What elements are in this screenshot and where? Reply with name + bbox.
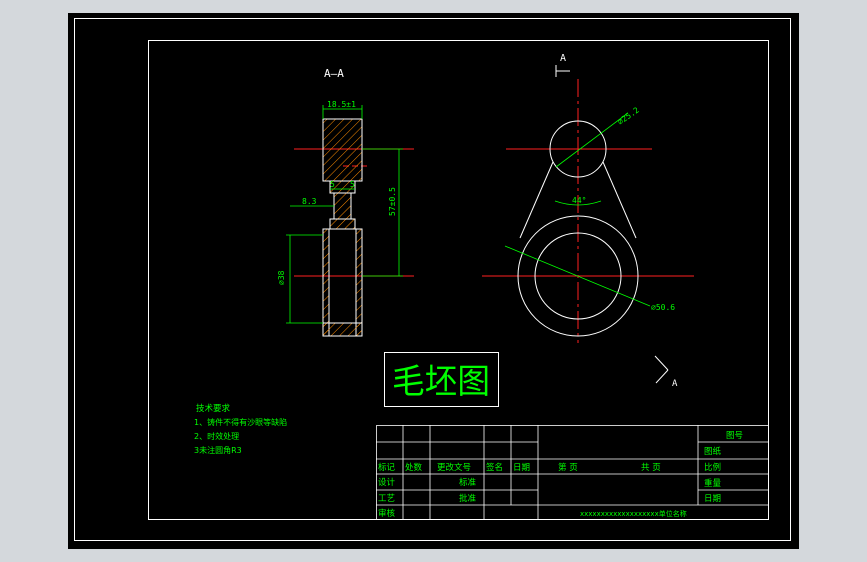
dim-bore-diameter: ⌀38 (277, 270, 286, 285)
stamp-title: 毛坯图 (392, 362, 490, 402)
dim-groove-right: 5 (350, 180, 355, 189)
tb-scale: 比例 (704, 462, 721, 473)
tb-standard: 标准 (459, 477, 477, 488)
tb-material: 图纸 (704, 446, 722, 457)
view-arrow (555, 65, 570, 77)
tb-total: 共 页 (641, 463, 661, 473)
view-label: A (560, 53, 566, 64)
tb-change-doc: 更改文号 (437, 462, 471, 473)
tb-review: 审核 (378, 508, 396, 519)
tb-sheet: 第 页 (558, 462, 578, 473)
tb-design: 设计 (378, 477, 396, 488)
tb-process: 工艺 (378, 494, 395, 504)
tb-org-name: xxxxxxxxxxxxxxxxxxx单位名称 (580, 509, 687, 518)
dim-angle: 44° (572, 196, 586, 205)
title-block-labels: 标记 处数 更改文号 签名 日期 设计 标准 工艺 批准 审核 第 页 共 页 … (378, 431, 743, 519)
tb-date: 日期 (513, 463, 530, 473)
tech-notes-heading: 技术要求 (196, 403, 231, 414)
tech-note-2: 2、时效处理 (194, 431, 239, 441)
tb-date2: 日期 (704, 494, 721, 504)
section-arrow-label: A (672, 379, 678, 389)
dim-width-top: 18.5±1 (327, 100, 356, 109)
section-label: A—A (324, 67, 344, 80)
tech-note-3: 3未注圆角R3 (194, 445, 242, 455)
tech-note-1: 1、铸件不得有沙眼等缺陷 (194, 417, 287, 427)
dim-small-dia: ⌀25.2 (616, 105, 641, 126)
dim-big-dia: ⌀50.6 (651, 303, 675, 312)
outer-frame (74, 18, 791, 541)
section-arrow (654, 355, 669, 384)
drawing-sheet: A—A 18.5±1 57±0.5 8.3 5 5 ⌀38 A ⌀25.2 44… (68, 13, 799, 549)
tb-sign: 签名 (486, 462, 503, 473)
tb-approve: 批准 (459, 493, 477, 504)
cad-drawing: A—A 18.5±1 57±0.5 8.3 5 5 ⌀38 A ⌀25.2 44… (74, 18, 791, 541)
tb-mark: 标记 (378, 462, 396, 473)
dim-center-distance: 57±0.5 (388, 187, 397, 216)
tb-weight: 重量 (704, 478, 722, 489)
dim-groove-left: 5 (330, 180, 335, 189)
tb-count: 处数 (405, 462, 423, 473)
section-body (322, 118, 363, 337)
tb-figure-no: 图号 (726, 431, 743, 441)
dim-web-thickness: 8.3 (302, 197, 317, 206)
